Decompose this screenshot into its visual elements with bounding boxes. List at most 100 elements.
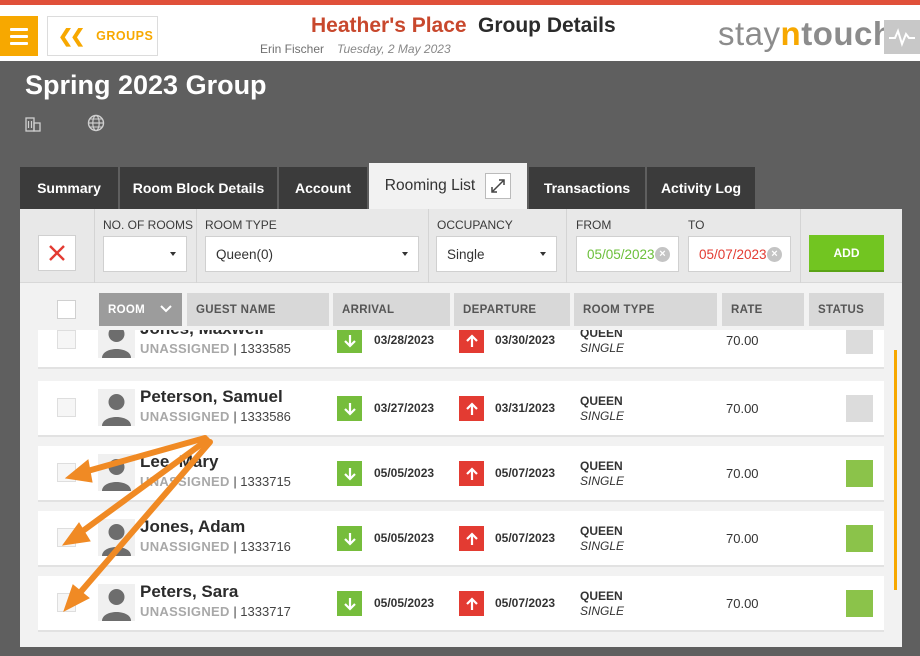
room-column-header[interactable]: ROOM [99,293,182,326]
arrival-column-header[interactable]: ARRIVAL [333,293,450,326]
row-checkbox[interactable] [57,330,76,349]
from-date-label: FROM [576,218,612,232]
brand-logo: stayntouch [718,15,894,52]
filter-divider [428,209,429,283]
list-scrollbar[interactable] [894,350,897,590]
room-type-label: ROOM TYPE [205,218,277,232]
status-indicator [846,395,873,422]
room-type: QUEEN SINGLE [580,330,625,355]
rooming-list-rows: Jones, Maxwell UNASSIGNED | 1333585 03/2… [20,330,902,647]
table-row[interactable]: Peterson, Samuel UNASSIGNED | 1333586 03… [38,381,884,437]
add-rooms-button[interactable]: ADD [809,235,884,272]
row-checkbox[interactable] [57,398,76,417]
globe-icon[interactable] [87,114,105,137]
menu-icon[interactable] [0,16,38,56]
tab-summary[interactable]: Summary [20,167,118,209]
select-all-checkbox[interactable] [57,300,76,319]
close-icon [49,245,65,261]
back-to-groups-button[interactable]: ❮❮ GROUPS [47,16,158,56]
filter-divider [196,209,197,283]
row-checkbox[interactable] [57,528,76,547]
groups-button-label: GROUPS [96,29,154,43]
row-checkbox[interactable] [57,463,76,482]
tab-account[interactable]: Account [279,167,367,209]
arrival-arrow-icon [337,526,362,551]
rooming-list-panel: NO. OF ROOMS ROOM TYPE Queen(0) OCCUPANC… [20,209,902,647]
departure-date: 03/31/2023 [495,401,556,415]
status-indicator [846,460,873,487]
pulse-icon[interactable] [884,20,920,54]
table-row[interactable]: Jones, Adam UNASSIGNED | 1333716 05/05/2… [38,511,884,567]
guest-name[interactable]: Jones, Adam [140,517,245,537]
tab-rooming-list[interactable]: Rooming List [369,163,527,209]
tab-transactions[interactable]: Transactions [529,167,645,209]
status-indicator [846,330,873,354]
room-assignment: UNASSIGNED | 1333716 [140,539,291,554]
tab-bar: Summary Room Block Details Account Roomi… [20,163,757,209]
guest-name[interactable]: Jones, Maxwell [140,330,264,339]
departure-arrow-icon [459,461,484,486]
departure-date: 03/30/2023 [495,333,556,347]
status-indicator [846,590,873,617]
table-row[interactable]: Lee, Mary UNASSIGNED | 1333715 05/05/202… [38,446,884,502]
avatar-icon [98,330,135,358]
chevron-down-icon [170,252,176,256]
rate: 70.00 [726,466,759,481]
room-assignment: UNASSIGNED | 1333585 [140,341,291,356]
top-bar: ❮❮ GROUPS Heather's Place Group Details … [0,0,920,61]
avatar-icon [98,584,135,621]
guest-name[interactable]: Lee, Mary [140,452,218,472]
room-type: QUEEN SINGLE [580,524,625,553]
occupancy-label: OCCUPANCY [437,218,513,232]
room-type-column-header[interactable]: ROOM TYPE [574,293,717,326]
filter-divider [566,209,567,283]
departure-arrow-icon [459,526,484,551]
room-assignment: UNASSIGNED | 1333586 [140,409,291,424]
chevron-left-icon: ❮❮ [58,25,85,46]
hotel-name: Heather's Place [311,14,467,37]
avatar-icon [98,519,135,556]
status-indicator [846,525,873,552]
tab-activity-log[interactable]: Activity Log [647,167,755,209]
guest-name-column-header[interactable]: GUEST NAME [187,293,329,326]
row-checkbox[interactable] [57,593,76,612]
departure-arrow-icon [459,591,484,616]
table-row[interactable]: Jones, Maxwell UNASSIGNED | 1333585 03/2… [38,330,884,369]
chevron-down-icon [160,305,172,313]
guest-name[interactable]: Peterson, Samuel [140,387,283,407]
arrival-date: 03/28/2023 [374,333,435,347]
departure-arrow-icon [459,396,484,421]
rate-column-header[interactable]: RATE [722,293,804,326]
arrival-date: 05/05/2023 [374,466,435,480]
no-of-rooms-label: NO. OF ROOMS [103,218,193,232]
from-date-input[interactable]: 05/05/2023 × [576,236,679,272]
filter-divider [800,209,801,283]
avatar-icon [98,454,135,491]
clear-filters-button[interactable] [38,235,76,271]
guest-name[interactable]: Peters, Sara [140,582,238,602]
page-title: Group Details [478,14,616,37]
expand-icon[interactable] [485,173,512,199]
no-of-rooms-select[interactable] [103,236,187,272]
arrival-arrow-icon [337,461,362,486]
rate: 70.00 [726,596,759,611]
building-icon[interactable] [25,116,41,137]
departure-column-header[interactable]: DEPARTURE [454,293,570,326]
table-row[interactable]: Peters, Sara UNASSIGNED | 1333717 05/05/… [38,576,884,632]
to-date-input[interactable]: 05/07/2023 × [688,236,791,272]
occupancy-select[interactable]: Single [436,236,557,272]
departure-date: 05/07/2023 [495,596,556,610]
clear-date-icon[interactable]: × [767,247,782,262]
room-type: QUEEN SINGLE [580,459,625,488]
arrival-arrow-icon [337,330,362,353]
group-title: Spring 2023 Group [25,70,267,100]
business-date: Tuesday, 2 May 2023 [337,42,451,56]
tab-room-block-details[interactable]: Room Block Details [120,167,277,209]
room-type-select[interactable]: Queen(0) [205,236,419,272]
arrival-date: 03/27/2023 [374,401,435,415]
arrival-date: 05/05/2023 [374,531,435,545]
departure-date: 05/07/2023 [495,531,556,545]
status-column-header[interactable]: STATUS [809,293,884,326]
clear-date-icon[interactable]: × [655,247,670,262]
to-date-label: TO [688,218,705,232]
